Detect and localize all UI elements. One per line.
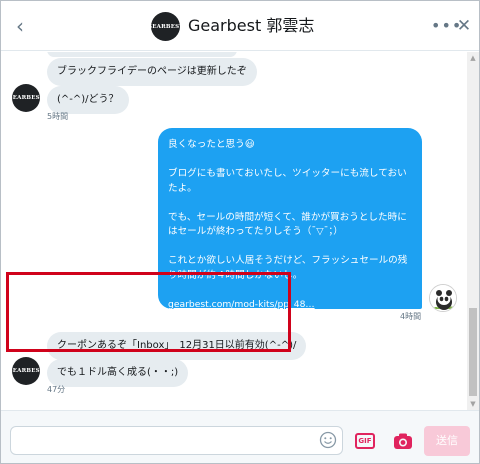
- message-bubble[interactable]: (^-^)/どう？: [47, 86, 129, 114]
- close-icon[interactable]: ✕: [454, 14, 474, 38]
- avatar[interactable]: [429, 284, 457, 312]
- gearbest-logo: GEARBEST: [147, 23, 184, 30]
- message-input[interactable]: [10, 426, 343, 455]
- message-list: ブラックフライデーのページは更新したぞ (^-^)/どう？ GEARBEST 5…: [1, 52, 467, 410]
- message-timestamp: 4時間: [400, 312, 422, 321]
- gif-button[interactable]: GIF: [355, 433, 375, 449]
- emoji-icon[interactable]: [319, 431, 337, 449]
- user-avatar-icon: [430, 285, 456, 311]
- scroll-up-arrow-icon[interactable]: ▲: [467, 52, 479, 64]
- avatar[interactable]: GEARBEST: [8, 84, 44, 112]
- message-bubble[interactable]: でも１ドル高く成る(・・;): [47, 359, 189, 387]
- message-composer: GIF 送信: [1, 410, 479, 463]
- message-text: でも１ドル高く成る(・・;): [57, 367, 179, 378]
- conversation-title[interactable]: Gearbest 郭雲志: [188, 14, 314, 38]
- avatar[interactable]: GEARBEST: [8, 357, 44, 385]
- highlight-annotation: [6, 272, 291, 352]
- avatar[interactable]: GEARBEST: [147, 12, 183, 41]
- more-options-icon[interactable]: •••: [431, 15, 461, 37]
- message-bubble-cutoff: [47, 52, 237, 57]
- gearbest-logo: GEARBEST: [7, 368, 45, 374]
- message-text: (^-^)/どう？: [57, 94, 119, 105]
- dm-window: ‹ GEARBEST Gearbest 郭雲志 ••• ✕ ブラックフライデーの…: [0, 0, 480, 464]
- conversation-header: ‹ GEARBEST Gearbest 郭雲志 ••• ✕: [1, 1, 479, 51]
- scrollbar[interactable]: ▲ ▼: [467, 52, 479, 410]
- message-paragraph: でも、セールの時間が短くて、誰かが買おうとした時にはセールが終わってたりしそう（…: [168, 211, 407, 238]
- send-button[interactable]: 送信: [424, 426, 470, 456]
- message-paragraph: 良くなったと思う😃: [168, 139, 255, 150]
- back-arrow-icon[interactable]: ‹: [9, 14, 31, 38]
- scrollbar-thumb[interactable]: [469, 308, 477, 396]
- scroll-down-arrow-icon[interactable]: ▼: [467, 398, 479, 410]
- gearbest-logo: GEARBEST: [7, 95, 45, 101]
- message-bubble[interactable]: ブラックフライデーのページは更新したぞ: [47, 58, 257, 86]
- message-text: ブラックフライデーのページは更新したぞ: [57, 66, 247, 77]
- message-paragraph: ブログにも書いておいたし、ツイッターにも流しておいたよ。: [168, 168, 407, 194]
- camera-icon[interactable]: [393, 432, 413, 450]
- message-timestamp: 5時間: [47, 112, 69, 121]
- message-timestamp: 47分: [47, 385, 66, 394]
